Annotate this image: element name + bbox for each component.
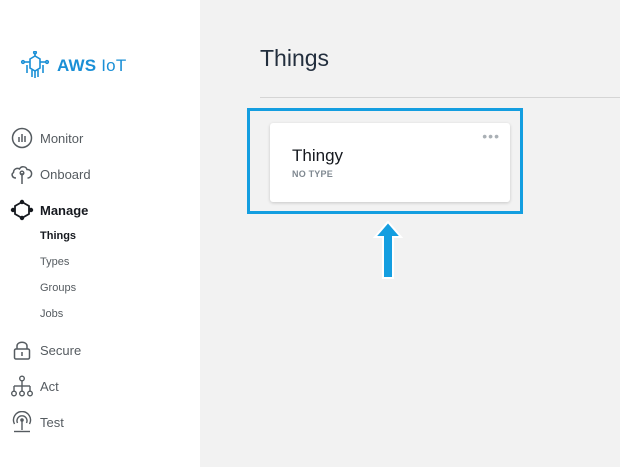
aws-iot-logo[interactable]: AWS IoT xyxy=(20,49,126,83)
nav-item-onboard[interactable]: Onboard xyxy=(10,162,91,186)
lock-icon xyxy=(10,338,34,362)
thing-card[interactable]: Thingy NO TYPE ••• xyxy=(270,123,510,202)
thing-card-type: NO TYPE xyxy=(292,169,333,179)
cloud-icon xyxy=(10,162,34,186)
nav-label-secure: Secure xyxy=(40,342,82,358)
pointer-arrow-icon xyxy=(373,221,403,279)
thing-card-title: Thingy xyxy=(292,146,344,165)
hierarchy-icon xyxy=(10,374,34,398)
monitor-icon xyxy=(10,126,34,150)
nav-item-test[interactable]: Test xyxy=(10,410,64,434)
nav-item-act[interactable]: Act xyxy=(10,374,59,398)
nav-label-manage: Manage xyxy=(40,202,89,218)
subnav-item-things[interactable]: Things xyxy=(40,230,76,242)
signal-icon xyxy=(10,410,34,434)
nav-label-test: Test xyxy=(40,414,64,430)
subnav-item-groups[interactable]: Groups xyxy=(40,282,76,294)
more-options-icon[interactable]: ••• xyxy=(482,129,500,143)
subnav-item-types[interactable]: Types xyxy=(40,256,69,268)
subnav-item-jobs[interactable]: Jobs xyxy=(40,308,63,320)
sidebar: AWS IoT Monitor Onboard Manage Things Ty… xyxy=(0,0,200,467)
nav-item-secure[interactable]: Secure xyxy=(10,338,81,362)
nav-label-onboard: Onboard xyxy=(40,166,91,182)
nav-item-manage[interactable]: Manage xyxy=(10,198,88,222)
title-divider xyxy=(260,97,620,98)
iot-chip-icon xyxy=(20,51,50,78)
nav-label-act: Act xyxy=(40,378,59,394)
nav-item-monitor[interactable]: Monitor xyxy=(10,126,83,150)
main-content: Things Thingy NO TYPE ••• xyxy=(200,0,620,467)
nav-label-monitor: Monitor xyxy=(40,130,84,146)
page-title: Things xyxy=(260,45,330,71)
manage-icon xyxy=(10,198,34,222)
logo-text: AWS IoT xyxy=(57,56,127,75)
